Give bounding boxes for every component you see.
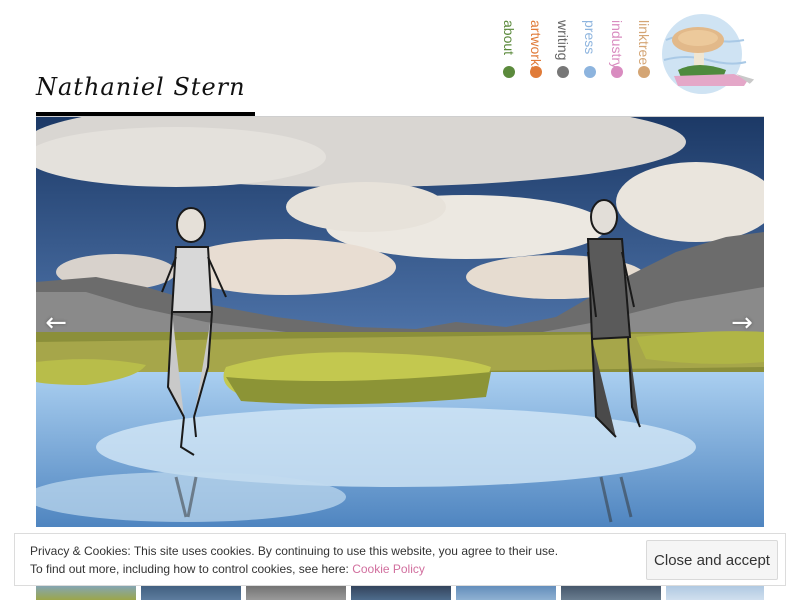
cookie-policy-link[interactable]: Cookie Policy: [352, 562, 425, 576]
nav-dot-icon: [611, 66, 623, 78]
cookie-text: Privacy & Cookies: This site uses cookie…: [30, 542, 630, 578]
nav-dot-icon: [530, 66, 542, 78]
slider-prev-button[interactable]: ←: [38, 305, 74, 341]
site-title-link[interactable]: Nathaniel Stern: [36, 70, 256, 110]
cookie-banner: Privacy & Cookies: This site uses cookie…: [14, 533, 786, 586]
slider-next-button[interactable]: →: [724, 305, 760, 341]
cookie-line-2-prefix: To find out more, including how to contr…: [30, 562, 353, 576]
nav-item-industry[interactable]: industry: [608, 20, 626, 98]
nav-item-press[interactable]: press: [581, 20, 599, 98]
hero-slide-image: [36, 117, 764, 527]
mushroom-island-logo-icon[interactable]: [656, 10, 764, 98]
nav-dot-icon: [584, 66, 596, 78]
nav-item-about[interactable]: about: [500, 20, 518, 98]
nav-item-writing[interactable]: writing: [554, 20, 572, 98]
nav-item-linktree[interactable]: linktree: [635, 20, 653, 98]
cookie-line-1: Privacy & Cookies: This site uses cookie…: [30, 544, 559, 558]
close-and-accept-button[interactable]: Close and accept: [646, 540, 778, 580]
nav-item-artworks[interactable]: artworks: [527, 20, 545, 98]
nav-dot-icon: [503, 66, 515, 78]
nav-dot-icon: [557, 66, 569, 78]
nav-dot-icon: [638, 66, 650, 78]
cookie-line-2: To find out more, including how to contr…: [30, 560, 630, 578]
